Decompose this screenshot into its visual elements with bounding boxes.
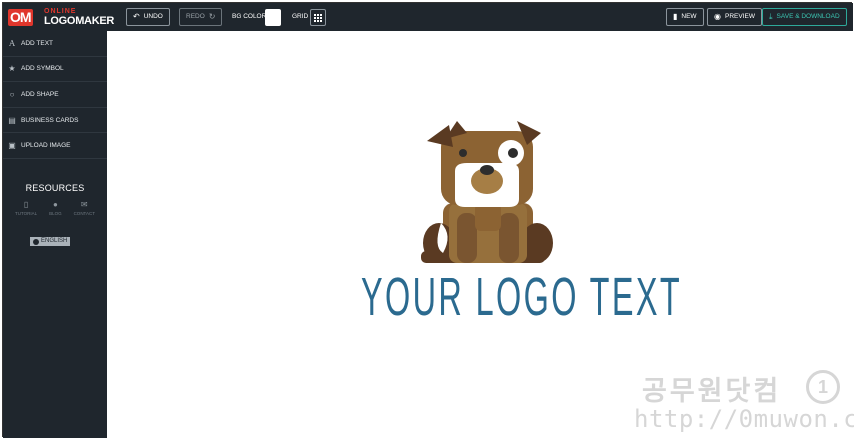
brand-online: ONLINE xyxy=(44,8,77,15)
language-button[interactable]: ENGLISH xyxy=(30,237,71,246)
brand-name: LOGOMAKER xyxy=(44,15,115,27)
undo-label: UNDO xyxy=(143,13,163,20)
bg-color-swatch[interactable] xyxy=(265,9,281,26)
book-icon: ▯ xyxy=(23,200,29,209)
watermark-badge: 1 xyxy=(806,370,840,404)
chat-icon: ● xyxy=(52,200,58,209)
new-label: NEW xyxy=(681,13,697,20)
brand-badge: OM xyxy=(8,9,33,26)
watermark-url: http://0muwon.com xyxy=(634,405,854,433)
sidebar-item-label: ADD SHAPE xyxy=(21,90,59,98)
sidebar-item-label: UPLOAD IMAGE xyxy=(21,142,71,150)
sidebar-item-label: ADD TEXT xyxy=(21,39,54,47)
grid-toggle-button[interactable] xyxy=(310,9,326,26)
resource-link-label: BLOG xyxy=(49,211,62,216)
undo-button[interactable]: ↶ UNDO xyxy=(126,8,170,26)
preview-button[interactable]: ◉ PREVIEW xyxy=(707,8,762,26)
resource-link-label: TUTORIAL xyxy=(15,211,38,216)
resources-title: RESOURCES xyxy=(25,183,85,193)
sidebar-item-add-text[interactable]: A ADD TEXT xyxy=(3,31,107,57)
sidebar-item-label: BUSINESS CARDS xyxy=(21,116,79,124)
preview-label: PREVIEW xyxy=(724,13,755,20)
grid-icon xyxy=(314,13,322,22)
text-icon: A xyxy=(9,38,15,48)
image-icon: ▣ xyxy=(8,141,16,151)
circle-icon: ○ xyxy=(9,89,15,99)
star-icon: ★ xyxy=(8,64,16,74)
dog-symbol[interactable] xyxy=(419,119,559,269)
undo-icon: ↶ xyxy=(133,12,140,21)
save-download-button[interactable]: ⤓ SAVE & DOWNLOAD xyxy=(762,8,847,26)
globe-icon xyxy=(33,238,39,245)
bg-color-label: BG COLOR xyxy=(232,13,267,20)
sidebar-item-business-cards[interactable]: ▤ BUSINESS CARDS xyxy=(3,108,107,134)
redo-button[interactable]: REDO ↻ xyxy=(179,8,223,26)
sidebar-item-upload-image[interactable]: ▣ UPLOAD IMAGE xyxy=(3,133,107,159)
logo-text[interactable]: YOUR LOGO TEXT xyxy=(361,269,680,325)
design-canvas[interactable]: YOUR LOGO TEXT 공무원닷컴 1 http://0muwon.com xyxy=(107,31,854,437)
new-file-icon: ▮ xyxy=(673,12,678,21)
watermark-korean: 공무원닷컴 xyxy=(642,376,782,407)
grid-label: GRID xyxy=(292,13,309,20)
mail-icon: ✉ xyxy=(80,200,88,209)
resource-link-label: CONTACT xyxy=(73,211,95,216)
sidebar: A ADD TEXT ★ ADD SYMBOL ○ ADD SHAPE ▤ BU… xyxy=(3,31,107,438)
eye-icon: ◉ xyxy=(714,12,721,21)
resource-links: ▯ TUTORIAL ● BLOG ✉ CONTACT xyxy=(15,200,95,217)
redo-icon: ↻ xyxy=(208,12,216,21)
redo-label: REDO xyxy=(186,13,205,20)
watermark: 공무원닷컴 1 http://0muwon.com xyxy=(634,367,854,435)
resource-link-contact[interactable]: ✉ CONTACT xyxy=(73,200,95,217)
brand-logo[interactable]: OM ONLINE LOGOMAKER xyxy=(8,8,114,28)
resource-link-tutorial[interactable]: ▯ TUTORIAL xyxy=(15,200,38,217)
sidebar-item-add-symbol[interactable]: ★ ADD SYMBOL xyxy=(3,57,107,83)
top-toolbar: OM ONLINE LOGOMAKER ↶ UNDO REDO ↻ BG COL… xyxy=(3,3,853,31)
sidebar-item-add-shape[interactable]: ○ ADD SHAPE xyxy=(3,82,107,108)
new-button[interactable]: ▮ NEW xyxy=(666,8,704,26)
save-download-label: SAVE & DOWNLOAD xyxy=(776,13,840,20)
card-icon: ▤ xyxy=(8,115,16,125)
language-label: ENGLISH xyxy=(41,238,68,244)
resource-link-blog[interactable]: ● BLOG xyxy=(49,200,62,217)
app-window: OM ONLINE LOGOMAKER ↶ UNDO REDO ↻ BG COL… xyxy=(2,2,854,438)
sidebar-item-label: ADD SYMBOL xyxy=(21,65,64,73)
download-icon: ⤓ xyxy=(769,12,773,21)
